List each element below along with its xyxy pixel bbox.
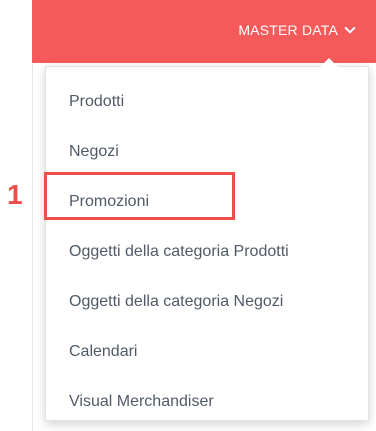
menu-item-oggetti-negozi[interactable]: Oggetti della categoria Negozi	[46, 287, 368, 337]
menu-item-prodotti[interactable]: Prodotti	[46, 87, 368, 137]
dropdown-caret	[320, 58, 338, 67]
menu-item-promozioni[interactable]: Promozioni	[46, 187, 368, 237]
master-data-label: MASTER DATA	[238, 22, 338, 38]
annotation-number: 1	[7, 179, 23, 210]
top-nav-bar: MASTER DATA	[32, 0, 376, 63]
menu-item-visual-merchandiser[interactable]: Visual Merchandiser	[46, 387, 368, 431]
menu-item-negozi[interactable]: Negozi	[46, 137, 368, 187]
chevron-down-icon	[344, 22, 356, 34]
master-data-menu-button[interactable]: MASTER DATA	[238, 22, 356, 38]
stage: 1 MASTER DATA Prodotti Negozi Promozioni…	[0, 0, 376, 431]
menu-item-oggetti-prodotti[interactable]: Oggetti della categoria Prodotti	[46, 237, 368, 287]
menu-item-calendari[interactable]: Calendari	[46, 337, 368, 387]
dropdown-list: Prodotti Negozi Promozioni Oggetti della…	[46, 67, 368, 431]
master-data-dropdown: Prodotti Negozi Promozioni Oggetti della…	[45, 58, 369, 421]
